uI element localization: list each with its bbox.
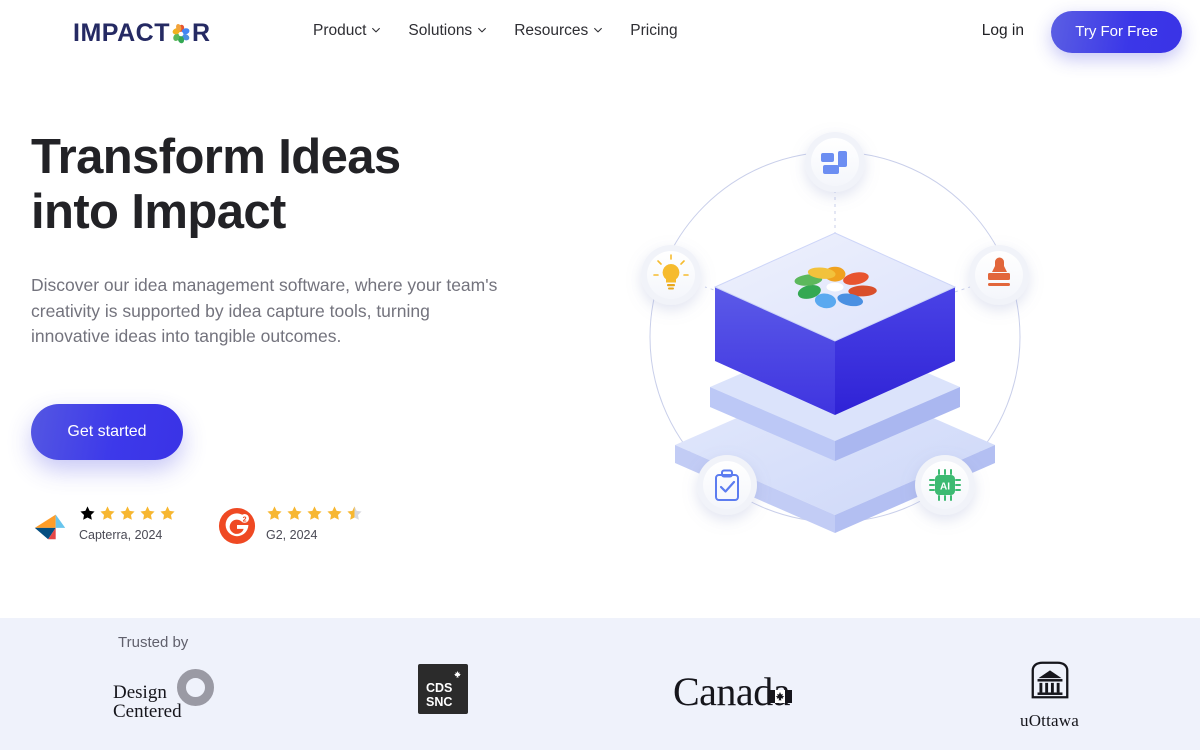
site-header: IMPACT R Product Solutions Resources Pri…	[0, 0, 1200, 65]
rating-capterra[interactable]: Capterra, 2024	[31, 505, 176, 545]
nav-item-solutions-label: Solutions	[408, 22, 473, 39]
uottawa-text: uOttawa	[1020, 711, 1079, 730]
cds-snc-box: CDS SNC	[418, 664, 468, 714]
g2-logo-icon: 2	[218, 507, 256, 545]
get-started-button[interactable]: Get started	[31, 403, 183, 460]
hero-content: Transform Ideas into Impact Discover our…	[31, 130, 551, 545]
star-icon	[327, 506, 342, 520]
main-nav: Product Solutions Resources Pricing	[313, 22, 678, 40]
rating-g2-body: G2, 2024	[266, 505, 363, 542]
flower-pinwheel-icon	[170, 23, 192, 45]
hero-title-line1: Transform Ideas	[31, 130, 401, 184]
uottawa-shield-icon	[1027, 661, 1073, 707]
ring-icon	[177, 669, 214, 706]
hero-title-line2: into Impact	[31, 185, 286, 239]
cds-line1: CDS	[426, 681, 453, 695]
star-icon	[307, 506, 322, 520]
brand-logo[interactable]: IMPACT R	[73, 18, 211, 48]
chevron-down-icon	[371, 25, 381, 34]
star-icon	[267, 506, 282, 520]
star-icon	[120, 506, 135, 520]
star-icon	[100, 506, 115, 520]
landing-page: IMPACT R Product Solutions Resources Pri…	[0, 0, 1200, 750]
client-logo-design-centered: Design Centered	[113, 666, 263, 728]
star-icon	[160, 506, 175, 520]
orbit-icon-clipboard-check	[697, 455, 757, 515]
trusted-by-label: Trusted by	[118, 634, 189, 651]
star-icon	[287, 506, 302, 520]
page-title: Transform Ideas into Impact	[31, 130, 551, 240]
nav-item-pricing-label: Pricing	[630, 22, 678, 39]
canada-flag-icon	[767, 670, 792, 703]
brand-name-part1: IMPACT	[73, 18, 170, 47]
star-rating	[266, 505, 363, 523]
nav-item-resources[interactable]: Resources	[514, 22, 603, 40]
client-logo-canada: Canada	[673, 670, 792, 712]
nav-item-resources-label: Resources	[514, 22, 589, 39]
try-for-free-button[interactable]: Try For Free	[1051, 11, 1182, 53]
half-star-icon	[347, 506, 362, 520]
maple-leaf-icon	[452, 668, 463, 679]
login-link[interactable]: Log in	[982, 22, 1024, 40]
hero-subtitle: Discover our idea management software, w…	[31, 275, 498, 346]
orbit-icon-lightbulb	[641, 245, 701, 305]
rating-g2[interactable]: 2 G2, 2024	[218, 505, 363, 545]
chevron-down-icon	[593, 25, 603, 34]
rating-g2-label: G2, 2024	[266, 527, 318, 542]
canada-wordmark: Canada	[673, 670, 792, 712]
cds-snc-text: CDS SNC	[426, 681, 453, 709]
nav-item-solutions[interactable]: Solutions	[408, 22, 487, 40]
chevron-down-icon	[477, 25, 487, 34]
star-icon	[140, 506, 155, 520]
nav-item-product[interactable]: Product	[313, 22, 381, 40]
star-icon	[80, 506, 95, 520]
ratings-row: Capterra, 2024 2 G2, 2024	[31, 505, 551, 545]
orbit-icon-ai-chip: AI	[915, 455, 975, 515]
svg-text:2: 2	[243, 515, 247, 523]
cds-line2: SNC	[426, 694, 453, 709]
brand-name-part2: R	[191, 18, 211, 47]
rating-capterra-label: Capterra, 2024	[79, 527, 163, 542]
hero-illustration: AI	[610, 115, 1060, 565]
star-rating	[79, 505, 176, 523]
capterra-logo-icon	[31, 507, 69, 545]
orbit-icon-stamp	[969, 245, 1029, 305]
client-logo-row: Design Centered CDS SNC Canada uOttawa	[0, 652, 1200, 742]
design-centered-text: Design Centered	[113, 683, 182, 721]
client-logo-uottawa: uOttawa	[1020, 657, 1079, 731]
rating-capterra-body: Capterra, 2024	[79, 505, 176, 542]
orbit-icon-dashboard	[805, 132, 865, 192]
nav-item-pricing[interactable]: Pricing	[630, 22, 677, 40]
svg-text:AI: AI	[940, 482, 950, 493]
trusted-by-section: Trusted by Design Centered CDS SNC Canad…	[0, 618, 1200, 750]
brand-logo-text: IMPACT R	[73, 19, 211, 48]
client-logo-cds-snc: CDS SNC	[418, 664, 468, 714]
nav-item-product-label: Product	[313, 22, 367, 39]
design-centered-line2: Centered	[113, 701, 182, 722]
design-centered-line1: Design	[113, 682, 167, 703]
